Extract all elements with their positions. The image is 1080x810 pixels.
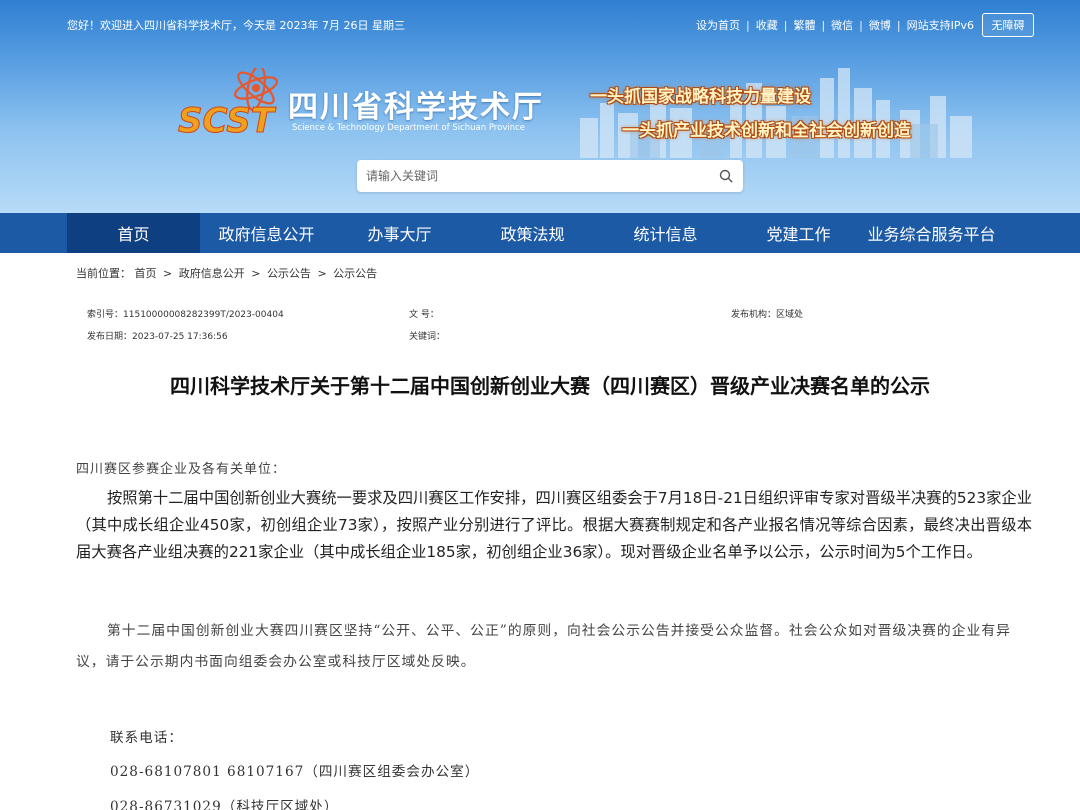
separator: | xyxy=(896,19,901,32)
slogan-line-1: 一头抓国家战略科技力量建设 xyxy=(590,87,811,107)
meta-doc-no-label: 文 号： xyxy=(409,310,439,320)
meta-index-label: 索引号： xyxy=(87,310,124,320)
set-homepage-link[interactable]: 设为首页 xyxy=(696,19,740,32)
nav-party-building[interactable]: 党建工作 xyxy=(732,213,865,253)
nav-statistics[interactable]: 统计信息 xyxy=(599,213,732,253)
search-input[interactable] xyxy=(357,160,707,192)
nav-service-platform[interactable]: 业务综合服务平台 xyxy=(865,213,998,253)
site-header: 您好！欢迎进入四川省科学技术厅，今天是 2023年 7月 26日 星期三 设为首… xyxy=(0,0,1080,213)
meta-keywords-label: 关键词： xyxy=(409,332,446,342)
nav-gov-info[interactable]: 政府信息公开 xyxy=(200,213,333,253)
wechat-link[interactable]: 微信 xyxy=(831,19,853,32)
separator: | xyxy=(746,19,750,32)
breadcrumb-label: 当前位置： xyxy=(76,267,131,280)
atom-logo-icon: SCST xyxy=(178,68,278,138)
meta-issuer: 发布机构：区域处 xyxy=(731,307,803,320)
search-icon[interactable] xyxy=(719,169,733,183)
site-title: 四川省科学技术厅 xyxy=(288,90,544,125)
breadcrumb-separator: > xyxy=(163,267,173,280)
breadcrumb-separator: > xyxy=(251,267,261,280)
svg-text:SCST: SCST xyxy=(178,101,277,138)
accessibility-button[interactable]: 无障碍 xyxy=(982,13,1034,37)
city-skyline-banner xyxy=(580,68,972,158)
slogan-line-2: 一头抓产业技术创新和全社会创新创造 xyxy=(622,121,911,141)
favorite-link[interactable]: 收藏 xyxy=(756,19,778,32)
main-nav: 首页 政府信息公开 办事大厅 政策法规 统计信息 党建工作 业务综合服务平台 xyxy=(0,213,1080,253)
meta-date-value: 2023-07-25 17:36:56 xyxy=(132,332,228,342)
site-subtitle: Science & Technology Department of Sichu… xyxy=(292,123,525,133)
separator: | xyxy=(783,19,788,32)
article-salutation: 四川赛区参赛企业及各有关单位： xyxy=(76,462,287,477)
top-bar: 您好！欢迎进入四川省科学技术厅，今天是 2023年 7月 26日 星期三 设为首… xyxy=(0,0,1080,50)
nav-service-hall[interactable]: 办事大厅 xyxy=(333,213,466,253)
article-paragraph-2: 第十二届中国创新创业大赛四川赛区坚持“公开、公平、公正”的原则，向社会公示公告并… xyxy=(76,623,1011,670)
meta-keywords: 关键词： xyxy=(409,329,445,342)
search-box xyxy=(357,160,743,192)
separator: | xyxy=(859,19,863,32)
meta-index-value: 11510000008282399T/2023-00404 xyxy=(123,310,284,320)
meta-issuer-label: 发布机构： xyxy=(731,310,777,320)
meta-doc-no: 文 号： xyxy=(409,307,439,320)
contact-phone-2: 028-86731029（科技厅区域处） xyxy=(110,799,339,810)
breadcrumb-announcements[interactable]: 公示公告 xyxy=(267,267,311,280)
contact-label: 联系电话： xyxy=(110,730,183,746)
traditional-chinese-link[interactable]: 繁體 xyxy=(793,19,815,32)
nav-policies[interactable]: 政策法规 xyxy=(466,213,599,253)
breadcrumb-home[interactable]: 首页 xyxy=(135,267,157,280)
contact-phone-1: 028-68107801 68107167（四川赛区组委会办公室） xyxy=(110,764,480,780)
meta-issuer-value: 区域处 xyxy=(776,310,804,320)
weibo-link[interactable]: 微博 xyxy=(869,19,891,32)
meta-index: 索引号：11510000008282399T/2023-00404 xyxy=(87,307,284,320)
top-links: 设为首页 | 收藏 | 繁體 | 微信 | 微博 | 网站支持IPv6 xyxy=(696,17,974,33)
ipv6-link[interactable]: 网站支持IPv6 xyxy=(907,19,974,32)
separator: | xyxy=(821,19,826,32)
breadcrumb: 当前位置： 首页 > 政府信息公开 > 公示公告 > 公示公告 xyxy=(76,265,377,281)
article-paragraph-1: 按照第十二届中国创新创业大赛统一要求及四川赛区工作安排，四川赛区组委会于7月18… xyxy=(76,489,1032,561)
article-title: 四川科学技术厅关于第十二届中国创新创业大赛（四川赛区）晋级产业决赛名单的公示 xyxy=(170,374,930,398)
site-logo[interactable]: SCST 四川省科学技术厅 Science & Technology Depar… xyxy=(176,68,576,138)
nav-home[interactable]: 首页 xyxy=(67,213,200,253)
breadcrumb-current[interactable]: 公示公告 xyxy=(333,267,377,280)
meta-date-label: 发布日期： xyxy=(87,332,133,342)
meta-date: 发布日期：2023-07-25 17:36:56 xyxy=(87,329,228,342)
breadcrumb-separator: > xyxy=(317,267,327,280)
breadcrumb-gov-info[interactable]: 政府信息公开 xyxy=(179,267,245,280)
welcome-text: 您好！欢迎进入四川省科学技术厅，今天是 2023年 7月 26日 星期三 xyxy=(67,19,405,32)
